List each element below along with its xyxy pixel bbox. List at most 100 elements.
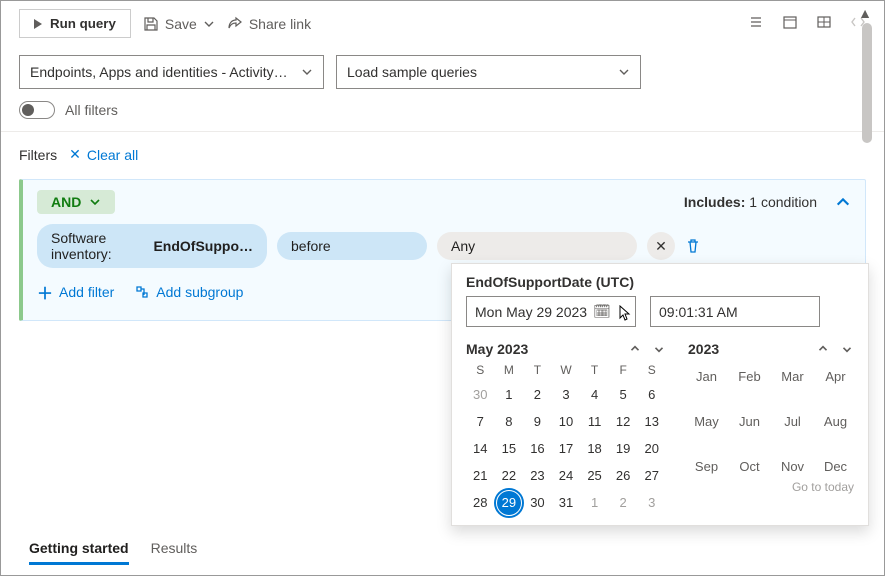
delete-condition-button[interactable]: [685, 238, 701, 254]
condition-field-bold: EndOfSuppo…: [153, 238, 253, 254]
calendar-day[interactable]: 1: [495, 381, 524, 408]
collapse-group-button[interactable]: [835, 194, 851, 210]
calendar-day[interactable]: 22: [495, 462, 524, 489]
share-link-button[interactable]: Share link: [227, 16, 311, 32]
calendar-day[interactable]: 19: [609, 435, 638, 462]
month-cell[interactable]: Apr: [817, 369, 854, 384]
calendar-day[interactable]: 3: [552, 381, 581, 408]
scope-value: Endpoints, Apps and identities - Activit…: [30, 64, 288, 80]
filters-heading: Filters: [19, 147, 57, 163]
scope-dropdown[interactable]: Endpoints, Apps and identities - Activit…: [19, 55, 324, 89]
scroll-up-arrow[interactable]: ▲: [858, 5, 872, 21]
add-filter-button[interactable]: ＋ Add filter: [37, 280, 114, 304]
date-picker-popover: EndOfSupportDate (UTC) Mon May 29 2023 🗓…: [451, 263, 869, 526]
calendar-day[interactable]: 10: [552, 408, 581, 435]
condition-field-pill[interactable]: Software inventory: EndOfSuppo…: [37, 224, 267, 268]
month-cell[interactable]: May: [688, 414, 725, 429]
all-filters-label: All filters: [65, 102, 118, 118]
calendar-day[interactable]: 5: [609, 381, 638, 408]
add-subgroup-button[interactable]: Add subgroup: [134, 280, 243, 304]
year-label[interactable]: 2023: [688, 341, 719, 357]
calendar-day[interactable]: 9: [523, 408, 552, 435]
month-cell[interactable]: Jun: [731, 414, 768, 429]
month-cell[interactable]: Sep: [688, 459, 725, 474]
condition-value-label: Any: [451, 238, 475, 254]
calendar-day[interactable]: 26: [609, 462, 638, 489]
time-input-value: 09:01:31 AM: [659, 304, 738, 320]
arrow-up-icon: [628, 342, 642, 356]
calendar-day[interactable]: 24: [552, 462, 581, 489]
month-cell[interactable]: Oct: [731, 459, 768, 474]
calendar-day[interactable]: 17: [552, 435, 581, 462]
share-icon: [227, 16, 243, 32]
calendar-day[interactable]: 4: [580, 381, 609, 408]
calendar-day[interactable]: 11: [580, 408, 609, 435]
tab-getting-started[interactable]: Getting started: [29, 540, 129, 565]
calendar-day[interactable]: 21: [466, 462, 495, 489]
calendar-day[interactable]: 1: [580, 489, 609, 517]
month-cell[interactable]: Aug: [817, 414, 854, 429]
save-label: Save: [165, 16, 197, 32]
list-view-icon[interactable]: [748, 14, 764, 33]
run-query-button[interactable]: Run query: [19, 9, 131, 38]
prev-year-button[interactable]: [816, 342, 830, 356]
month-cell[interactable]: Mar: [774, 369, 811, 384]
calendar-day[interactable]: 30: [466, 381, 495, 408]
calendar-day[interactable]: 15: [495, 435, 524, 462]
trash-icon: [685, 238, 701, 254]
calendar-day[interactable]: 2: [523, 381, 552, 408]
month-cell[interactable]: Nov: [774, 459, 811, 474]
calendar-day[interactable]: 16: [523, 435, 552, 462]
calendar-day[interactable]: 20: [637, 435, 666, 462]
clear-value-button[interactable]: ✕: [647, 232, 675, 260]
calendar-day[interactable]: 31: [552, 489, 581, 517]
arrow-down-icon: [652, 342, 666, 356]
chevron-up-icon: [835, 194, 851, 210]
weekday-header: T: [523, 363, 552, 377]
calendar-day[interactable]: 12: [609, 408, 638, 435]
calendar-day[interactable]: 6: [637, 381, 666, 408]
calendar-day[interactable]: 3: [637, 489, 666, 517]
condition-operator-pill[interactable]: before: [277, 232, 427, 260]
prev-month-button[interactable]: [628, 342, 642, 356]
calendar-day[interactable]: 13: [637, 408, 666, 435]
weekday-header: F: [609, 363, 638, 377]
date-input[interactable]: Mon May 29 2023 🗓: [466, 296, 636, 327]
calendar-day[interactable]: 14: [466, 435, 495, 462]
calendar-day[interactable]: 25: [580, 462, 609, 489]
scrollbar-thumb[interactable]: [862, 23, 872, 143]
month-cell[interactable]: Feb: [731, 369, 768, 384]
save-button[interactable]: Save: [143, 16, 215, 32]
calendar-day[interactable]: 28: [466, 489, 495, 517]
condition-value-pill[interactable]: Any: [437, 232, 637, 260]
time-input[interactable]: 09:01:31 AM: [650, 296, 820, 327]
month-cell[interactable]: Dec: [817, 459, 854, 474]
next-month-button[interactable]: [652, 342, 666, 356]
calendar-icon[interactable]: 🗓: [593, 303, 611, 320]
month-cell[interactable]: Jan: [688, 369, 725, 384]
tab-results[interactable]: Results: [151, 540, 198, 565]
next-year-button[interactable]: [840, 342, 854, 356]
go-to-today-button[interactable]: Go to today: [688, 474, 854, 494]
operator-dropdown[interactable]: AND: [37, 190, 115, 214]
calendar-day[interactable]: 2: [609, 489, 638, 517]
month-cell[interactable]: Jul: [774, 414, 811, 429]
clear-all-button[interactable]: ✕ Clear all: [69, 146, 138, 163]
chevron-down-icon: [203, 18, 215, 30]
calendar-day[interactable]: 7: [466, 408, 495, 435]
calendar-day[interactable]: 8: [495, 408, 524, 435]
calendar-day[interactable]: 18: [580, 435, 609, 462]
calendar-day[interactable]: 30: [523, 489, 552, 517]
calendar-icon[interactable]: [782, 14, 798, 33]
chevron-down-icon: [618, 66, 630, 78]
calendar-day[interactable]: 23: [523, 462, 552, 489]
month-year-label[interactable]: May 2023: [466, 341, 528, 357]
calendar-day[interactable]: 27: [637, 462, 666, 489]
arrow-down-icon: [840, 342, 854, 356]
weekday-header: M: [495, 363, 524, 377]
load-sample-dropdown[interactable]: Load sample queries: [336, 55, 641, 89]
chevron-down-icon: [89, 196, 101, 208]
all-filters-toggle[interactable]: [19, 101, 55, 119]
table-icon[interactable]: [816, 14, 832, 33]
calendar-day[interactable]: 29: [497, 491, 521, 515]
